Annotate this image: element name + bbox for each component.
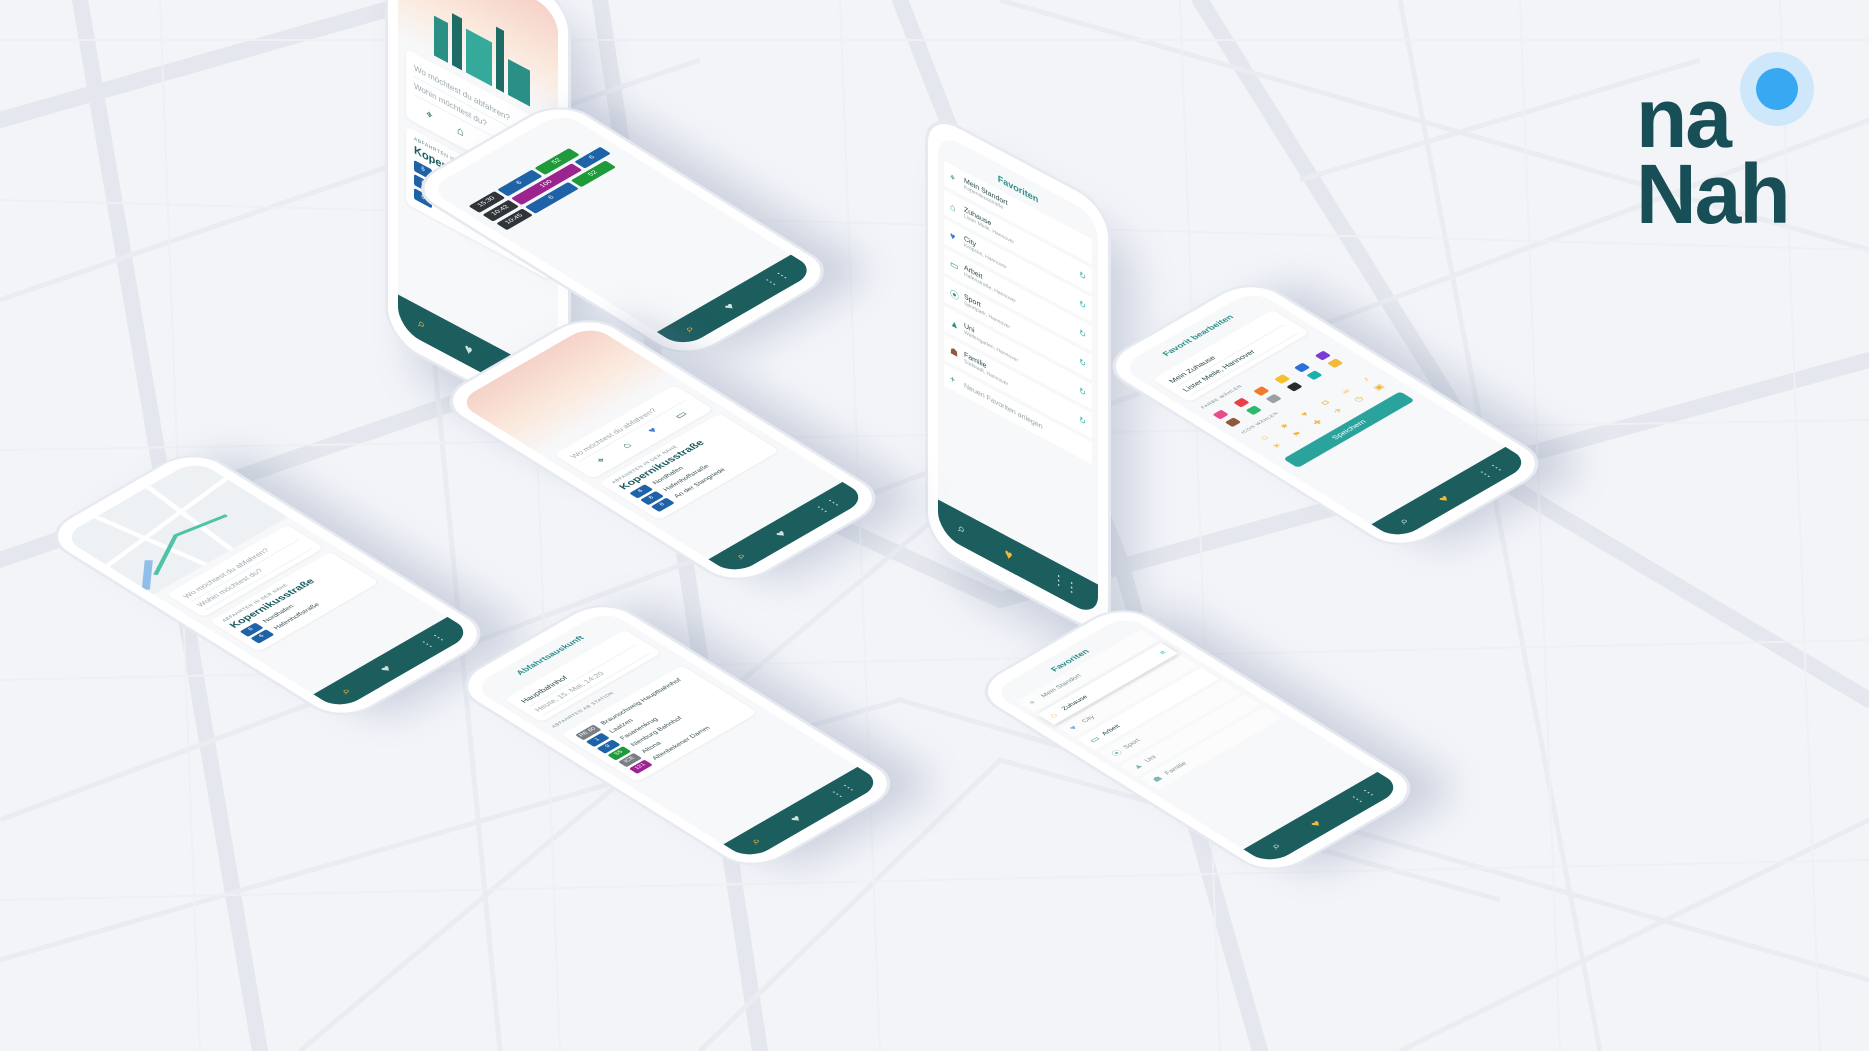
tab-search-icon[interactable]: ⌕ [958, 519, 965, 539]
tab-favorites-icon[interactable]: ♥ [376, 663, 394, 674]
tab-menu-icon[interactable]: ⋮⋮ [1346, 786, 1381, 807]
dumbbell-icon: ⦿ [950, 287, 960, 303]
favorite-name: City [1080, 714, 1097, 724]
color-swatch[interactable] [1326, 358, 1343, 369]
tab-search-icon[interactable]: ⌕ [732, 551, 751, 562]
color-swatch[interactable] [1245, 405, 1262, 416]
clock-icon[interactable]: ◷ [1347, 392, 1371, 406]
route-icon[interactable]: ↻ [1079, 386, 1086, 399]
tab-favorites-icon[interactable]: ♥ [720, 301, 738, 312]
graduation-cap-icon: ▲ [950, 316, 959, 332]
nanah-logo: na Nah [1636, 52, 1814, 236]
color-swatch[interactable] [1212, 409, 1229, 420]
cross-icon[interactable]: ✚ [1306, 416, 1330, 430]
tab-favorites-icon[interactable]: ♥ [1434, 493, 1452, 504]
drag-handle-icon[interactable]: ≡ [1157, 649, 1168, 656]
location-pin-icon: ⌖ [950, 170, 956, 184]
color-swatch[interactable] [1285, 382, 1303, 392]
family-icon: ☗ [950, 344, 959, 360]
tab-menu-icon[interactable]: ⋮⋮ [759, 268, 794, 289]
color-swatch[interactable] [1265, 393, 1282, 404]
color-swatch[interactable] [1273, 374, 1290, 385]
tab-search-icon[interactable]: ⌕ [680, 323, 699, 334]
tab-search-icon[interactable]: ⌕ [337, 686, 356, 697]
tab-search-icon[interactable]: ⌕ [418, 314, 425, 334]
favorite-name: Familie [1163, 761, 1189, 776]
monitor-icon: ▭ [950, 257, 959, 273]
tab-menu-icon[interactable]: ⋮⋮ [811, 496, 846, 517]
color-swatch[interactable] [1224, 417, 1242, 428]
house-icon: ⌂ [950, 200, 956, 214]
color-swatch[interactable] [1293, 362, 1311, 373]
route-icon[interactable]: ↻ [1079, 415, 1086, 428]
tab-favorites-icon[interactable]: ♥ [771, 528, 789, 539]
route-icon[interactable]: ↻ [1079, 357, 1086, 370]
tab-favorites-icon[interactable]: ♥ [465, 339, 473, 358]
flag-icon[interactable]: ⚑ [1286, 427, 1310, 441]
tab-menu-icon[interactable]: ⋮⋮ [1474, 461, 1509, 482]
color-swatch[interactable] [1314, 350, 1331, 361]
sun-icon[interactable]: ☀ [1266, 439, 1290, 453]
plus-icon: + [950, 372, 956, 386]
heart-icon: ♥ [950, 229, 956, 243]
route-icon[interactable]: ↻ [1079, 328, 1086, 341]
tab-search-icon[interactable]: ⌕ [1267, 841, 1286, 852]
favorite-name: Zuhause [1060, 694, 1090, 712]
logo-dot [1756, 68, 1798, 110]
location-pin-icon[interactable]: ⌖ [426, 107, 432, 123]
tab-favorites-icon[interactable]: ♥ [1306, 818, 1324, 829]
monitor-icon[interactable]: ▭ [671, 409, 690, 421]
color-swatch[interactable] [1253, 386, 1270, 396]
color-swatch[interactable] [1232, 397, 1250, 408]
heart-icon[interactable]: ♥ [645, 426, 661, 436]
route-icon[interactable]: ↻ [1079, 299, 1086, 312]
favorite-name: Arbeit [1100, 723, 1122, 737]
house-icon[interactable]: ⌂ [457, 124, 464, 141]
plane-icon[interactable]: ✈ [1327, 404, 1351, 418]
route-icon[interactable]: ↻ [1079, 270, 1086, 283]
tab-favorites-icon[interactable]: ♥ [786, 813, 804, 824]
tab-search-icon[interactable]: ⌕ [747, 836, 766, 847]
logo-word-nah: Nah [1636, 147, 1791, 241]
tab-menu-icon[interactable]: ⋮⋮ [416, 631, 451, 652]
tab-search-icon[interactable]: ⌕ [1395, 516, 1414, 527]
tab-menu-icon[interactable]: ⋮⋮ [1052, 569, 1078, 599]
tab-favorites-icon[interactable]: ♥ [1005, 544, 1013, 563]
house-icon[interactable]: ⌂ [620, 441, 636, 451]
gift-icon[interactable]: ▣ [1367, 380, 1391, 394]
color-swatch[interactable] [1306, 370, 1323, 381]
location-pin-icon[interactable]: ⌖ [594, 456, 609, 465]
favorites-screen: Favoriten ⌖ Mein Standort Kopernikusstraße… [938, 131, 1098, 619]
favorite-name: Sport [1122, 738, 1143, 750]
tab-menu-icon[interactable]: ⋮⋮ [826, 781, 861, 802]
